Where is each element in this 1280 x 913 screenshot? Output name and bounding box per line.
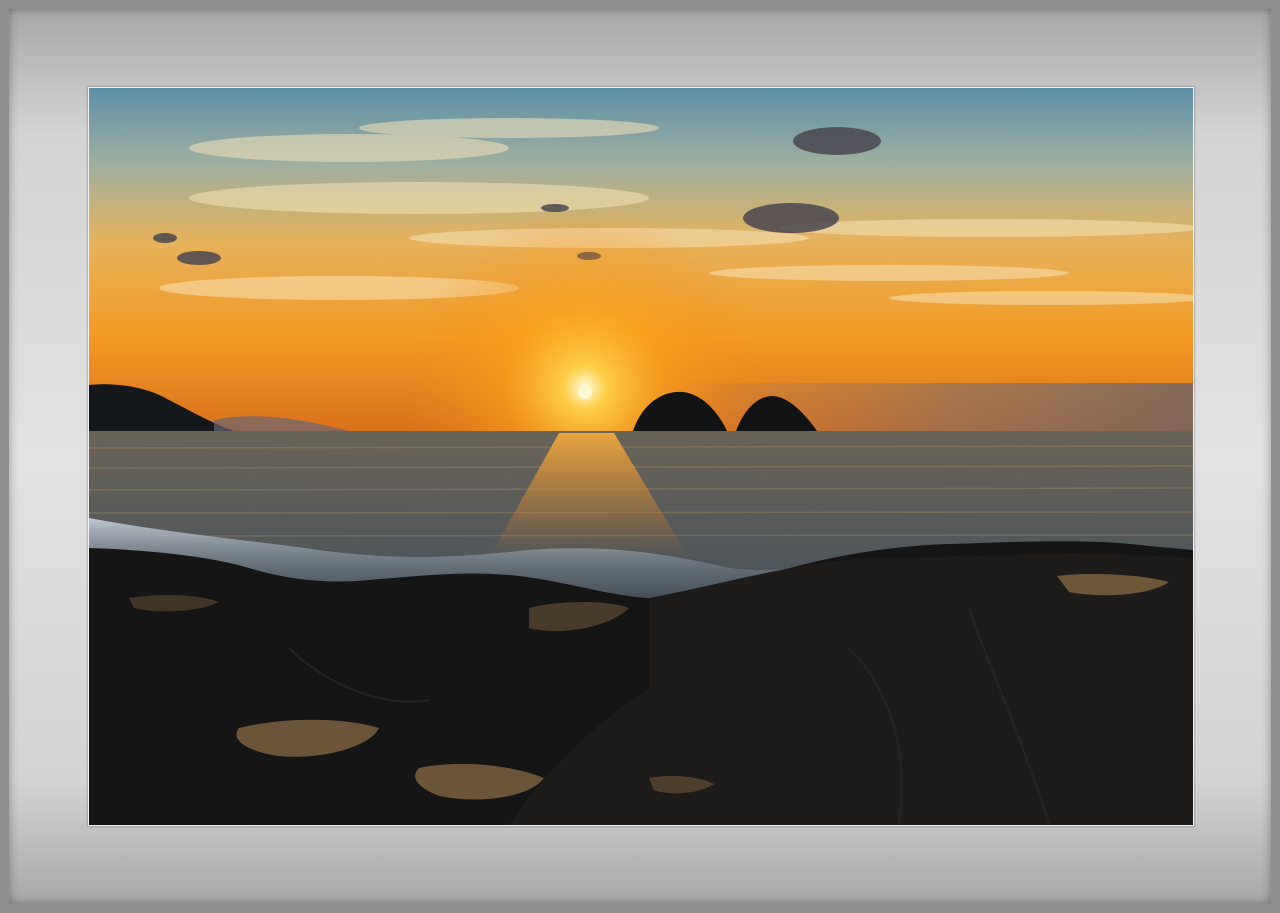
sun	[578, 385, 592, 399]
sunset-photo	[88, 87, 1194, 826]
sunset-scene	[89, 88, 1193, 825]
